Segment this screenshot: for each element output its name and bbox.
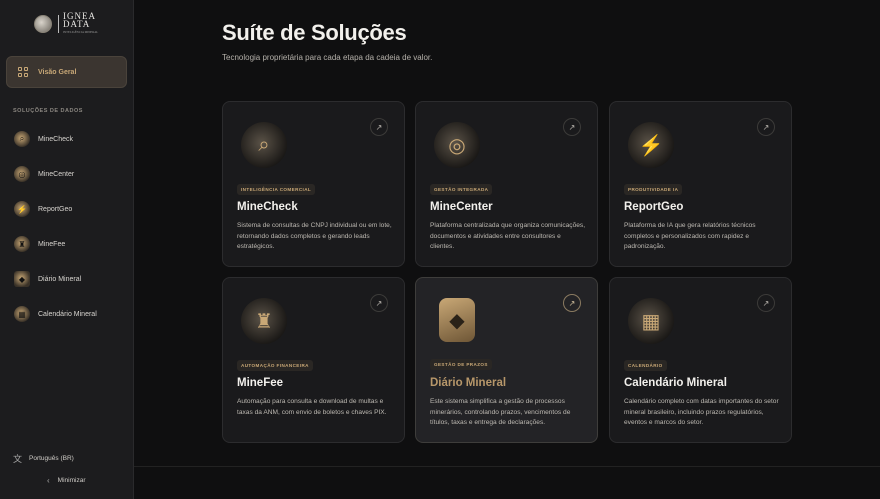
chevron-left-icon: ‹ [47,476,50,485]
card-tag: INTELIGÊNCIA COMERCIAL [237,184,316,195]
card-description: Sistema de consultas de CNPJ individual … [237,222,392,250]
page-subtitle: Tecnologia proprietária para cada etapa … [222,53,433,62]
sidebar-item-label: ReportGeo [38,205,73,213]
card-description: Calendário completo com datas importante… [624,398,779,426]
arrow-up-right-icon[interactable]: ↗ [563,118,581,136]
brand-name-line2: DATA [63,19,91,29]
sidebar-item-label: MineCheck [38,135,74,143]
sidebar-item-minefee[interactable]: ♜ MineFee [14,234,65,254]
translate-icon: 文 [13,454,23,464]
sidebar-item-label: Calendário Mineral [38,310,97,318]
magnifier-globe-icon: ⌕ [241,122,287,168]
sidebar-item-label: Visão Geral [38,68,77,76]
sidebar-item-minecheck[interactable]: ⌕ MineCheck [14,129,73,149]
logo-divider [58,15,59,33]
page-title: Suíte de Soluções [222,20,407,45]
solution-card-reportgeo[interactable]: ⚡ ↗ PRODUTIVIDADE IA ReportGeo Plataform… [609,101,792,267]
sidebar-item-diario-mineral[interactable]: ◆ Diário Mineral [14,269,81,289]
magnifier-globe-icon: ⌕ [14,131,30,147]
grid-icon [18,67,28,77]
main-content: Suíte de Soluções Tecnologia proprietári… [134,0,880,499]
solution-card-calendario-mineral[interactable]: ▦ ↗ CALENDÁRIO Calendário Mineral Calend… [609,277,792,443]
footer-divider [134,466,880,467]
card-description: Plataforma de IA que gera relatórios téc… [624,222,756,250]
card-tag: GESTÃO INTEGRADA [430,184,493,195]
sidebar-item-label: MineCenter [38,170,75,178]
card-tag: GESTÃO DE PRAZOS [430,359,492,370]
solution-card-minecenter[interactable]: ◎ ↗ GESTÃO INTEGRADA MineCenter Platafor… [415,101,598,267]
card-tag: CALENDÁRIO [624,360,667,371]
solution-card-minecheck[interactable]: ⌕ ↗ INTELIGÊNCIA COMERCIAL MineCheck Sis… [222,101,405,267]
card-tag: PRODUTIVIDADE IA [624,184,683,195]
language-label: Português (BR) [29,455,74,462]
sidebar-item-label: Diário Mineral [38,275,82,283]
arrow-up-right-icon[interactable]: ↗ [757,118,775,136]
card-title: ReportGeo [624,201,684,213]
logo-globe-icon [34,15,52,33]
ring-icon: ◎ [14,166,30,182]
lion-globe-icon: ♜ [241,298,287,344]
ring-icon: ◎ [434,122,480,168]
bolt-globe-icon: ⚡ [628,122,674,168]
shield-icon: ◆ [439,298,475,342]
solution-card-diario-mineral[interactable]: ◆ ↗ GESTÃO DE PRAZOS Diário Mineral Este… [415,277,598,443]
calendar-globe-icon: ▦ [14,306,30,322]
solution-card-minefee[interactable]: ♜ ↗ AUTOMAÇÃO FINANCEIRA MineFee Automaç… [222,277,405,443]
card-description: Automação para consulta e download de mu… [237,398,387,416]
brand-logo[interactable]: IGNEA DATA INTELIGÊNCIA MINERAL [34,12,98,36]
card-title: Calendário Mineral [624,377,727,389]
card-title: MineCenter [430,201,493,213]
sidebar-item-reportgeo[interactable]: ⚡ ReportGeo [14,199,72,219]
lion-globe-icon: ♜ [14,236,30,252]
minimize-button[interactable]: ‹ Minimizar [47,476,85,485]
sidebar-item-calendario-mineral[interactable]: ▦ Calendário Mineral [14,304,97,324]
arrow-up-right-icon[interactable]: ↗ [370,294,388,312]
card-title: MineCheck [237,201,298,213]
sidebar-item-minecenter[interactable]: ◎ MineCenter [14,164,74,184]
card-description: Plataforma centralizada que organiza com… [430,222,586,250]
arrow-up-right-icon[interactable]: ↗ [370,118,388,136]
card-description: Este sistema simplifica a gestão de proc… [430,398,571,426]
minimize-label: Minimizar [57,477,86,484]
language-selector[interactable]: 文 Português (BR) [13,452,74,465]
card-title: Diário Mineral [430,377,507,389]
card-title: MineFee [237,377,284,389]
sidebar: IGNEA DATA INTELIGÊNCIA MINERAL Visão Ge… [0,0,134,499]
calendar-globe-icon: ▦ [628,298,674,344]
shield-icon: ◆ [14,271,30,287]
arrow-up-right-icon[interactable]: ↗ [563,294,581,312]
sidebar-item-overview[interactable]: Visão Geral [6,56,127,88]
arrow-up-right-icon[interactable]: ↗ [757,294,775,312]
brand-tagline: INTELIGÊNCIA MINERAL [63,30,99,34]
card-tag: AUTOMAÇÃO FINANCEIRA [237,360,313,371]
sidebar-section-title: SOLUÇÕES DE DADOS [13,108,83,114]
bolt-globe-icon: ⚡ [14,201,30,217]
sidebar-item-label: MineFee [38,240,66,248]
